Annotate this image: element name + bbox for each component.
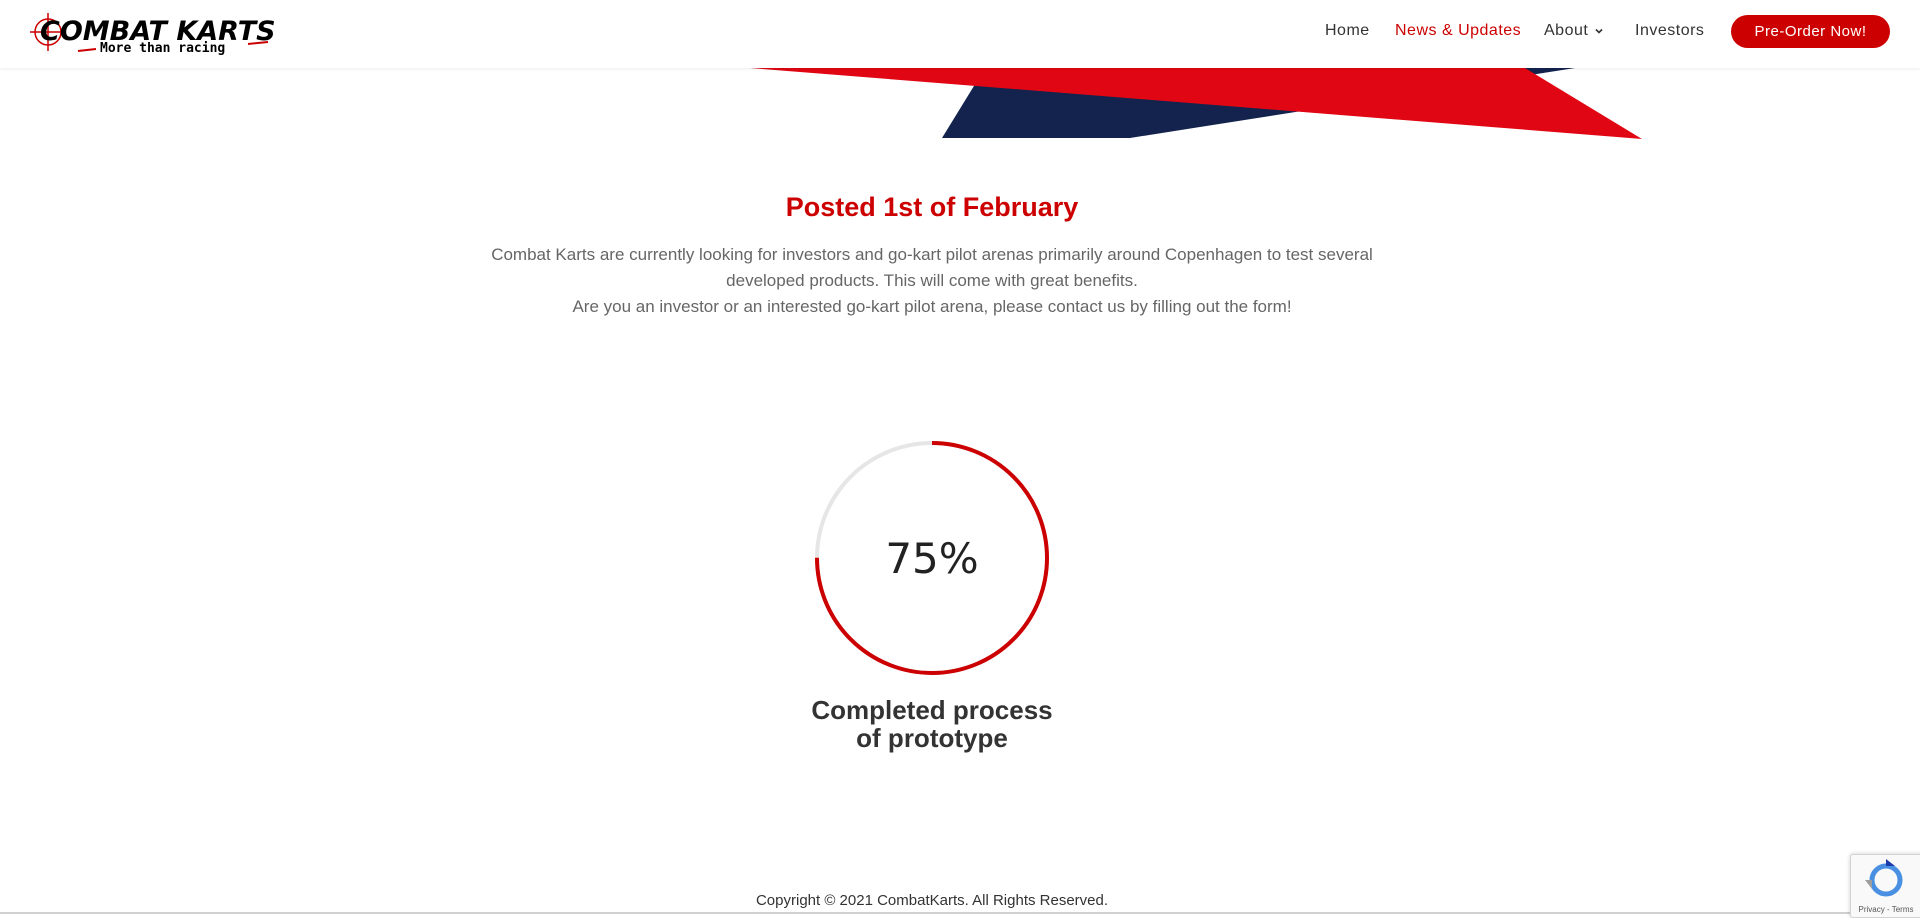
- chevron-down-icon: [1595, 28, 1603, 34]
- recaptcha-terms[interactable]: Privacy - Terms: [1851, 905, 1920, 914]
- nav-home[interactable]: Home: [1325, 22, 1370, 40]
- progress-value: 75%: [885, 533, 979, 583]
- nav-news-updates[interactable]: News & Updates: [1395, 22, 1521, 40]
- progress-circle: 75%: [812, 438, 1052, 678]
- combat-karts-logo[interactable]: COMBAT KARTS More than racing: [30, 10, 290, 56]
- pre-order-button[interactable]: Pre-Order Now!: [1731, 15, 1890, 48]
- progress-caption-line-2: of prototype: [856, 723, 1008, 753]
- nav-investors[interactable]: Investors: [1635, 22, 1704, 40]
- post-paragraph-2: Are you an investor or an interested go-…: [572, 297, 1292, 316]
- progress-caption-line-1: Completed process: [811, 695, 1053, 725]
- logo-tagline: More than racing: [100, 41, 225, 56]
- footer-divider: [0, 912, 1920, 914]
- post-title: Posted 1st of February: [785, 192, 1079, 222]
- recaptcha-icon: [1865, 859, 1903, 897]
- recaptcha-badge[interactable]: Privacy - Terms: [1850, 854, 1920, 918]
- nav-about-label: About: [1544, 22, 1589, 39]
- post-body: Combat Karts are currently looking for i…: [480, 242, 1384, 320]
- post-paragraph-1: Combat Karts are currently looking for i…: [491, 245, 1373, 290]
- banner-shapes: [750, 68, 1642, 139]
- progress-caption: Completed process of prototype: [762, 696, 1102, 752]
- banner-red-shape: [750, 68, 1642, 139]
- site-header: COMBAT KARTS More than racing Home News …: [0, 0, 1920, 68]
- nav-about[interactable]: About: [1544, 22, 1604, 40]
- copyright-text: Copyright © 2021 CombatKarts. All Rights…: [755, 892, 1109, 909]
